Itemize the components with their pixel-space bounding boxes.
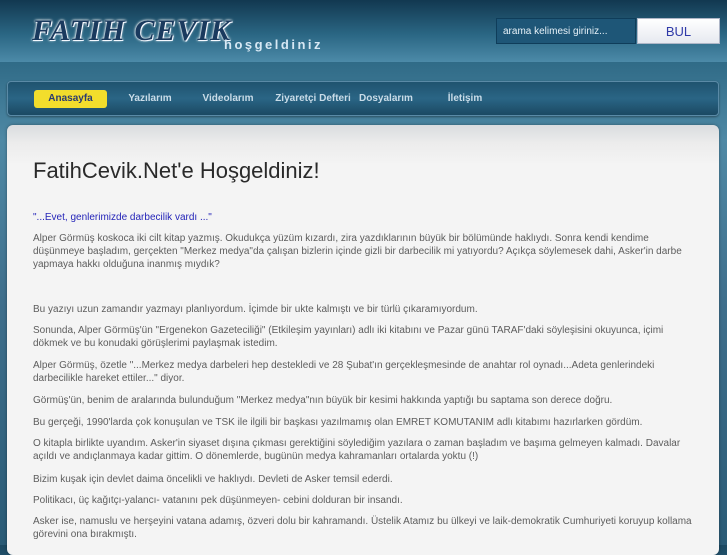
- site-header: FATIH CEVIK hoşgeldiniz BUL: [0, 0, 727, 62]
- content-panel: FatihCevik.Net'e Hoşgeldiniz! "...Evet, …: [7, 125, 719, 555]
- article-paragraph: Politikacı, üç kağıtçı-yalancı- vatanını…: [33, 495, 403, 506]
- article-paragraph: Alper Görmüş koskoca iki cilt kitap yazm…: [33, 233, 682, 270]
- welcome-text: hoşgeldiniz: [224, 37, 323, 52]
- nav-item-iletisim[interactable]: İletişim: [435, 90, 495, 108]
- article-paragraph: Bu yazıyı uzun zamandır yazmayı planlıyo…: [33, 304, 478, 315]
- nav-item-videolarim[interactable]: Videolarım: [191, 90, 265, 108]
- nav-item-ziyaretci-defteri[interactable]: Ziyaretçi Defteri: [268, 90, 358, 108]
- article-paragraph: Bizim kuşak için devlet daima öncelikli …: [33, 474, 393, 485]
- nav-item-dosyalarim[interactable]: Dosyalarım: [354, 90, 418, 108]
- article-paragraph: Bu gerçeği, 1990'larda çok konuşulan ve …: [33, 417, 643, 428]
- site-logo[interactable]: FATIH CEVIK: [32, 14, 231, 48]
- search-input[interactable]: [496, 18, 636, 44]
- article-paragraph: O kitapla birlikte uyandım. Asker'in siy…: [33, 438, 681, 462]
- main-nav: Anasayfa Yazılarım Videolarım Ziyaretçi …: [7, 81, 719, 116]
- nav-item-anasayfa[interactable]: Anasayfa: [34, 90, 107, 108]
- article-paragraph: Asker ise, namuslu ve herşeyini vatana a…: [33, 516, 692, 540]
- search-button[interactable]: BUL: [637, 18, 720, 44]
- nav-item-yazilarim[interactable]: Yazılarım: [113, 90, 187, 108]
- article-paragraph: Sonunda, Alper Görmüş'ün "Ergenekon Gaze…: [33, 325, 664, 349]
- article-quote-link[interactable]: "...Evet, genlerimizde darbecilik vardı …: [33, 212, 212, 223]
- article-paragraph: Görmüş'ün, benim de aralarında bulunduğu…: [33, 395, 613, 406]
- article-paragraph: Alper Görmüş, özetle "...Merkez medya da…: [33, 360, 655, 384]
- page-title: FatihCevik.Net'e Hoşgeldiniz!: [33, 158, 320, 183]
